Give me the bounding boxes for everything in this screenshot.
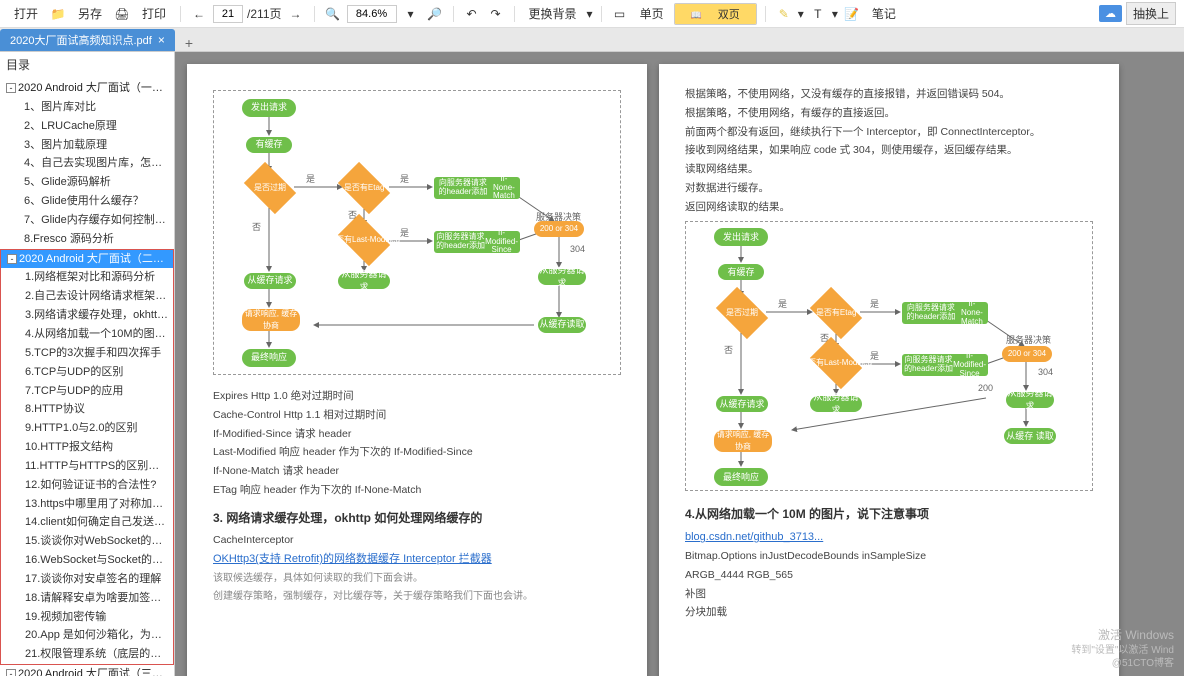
text-lm: Last-Modified 响应 header 作为下次的 If-Modifie… bbox=[213, 445, 621, 461]
toc-item-s2-6[interactable]: 7.TCP与UDP的应用 bbox=[1, 382, 173, 401]
toc-item-s2-4[interactable]: 5.TCP的3次握手和四次挥手 bbox=[1, 344, 173, 363]
toc-item-s2-7[interactable]: 8.HTTP协议 bbox=[1, 400, 173, 419]
flow-resp: 请求响应, 缓存协商 bbox=[242, 309, 300, 331]
toc-item-s2-10[interactable]: 11.HTTP与HTTPS的区别以及如何实现 bbox=[1, 457, 173, 476]
single-page-icon[interactable]: ▭ bbox=[610, 4, 630, 24]
flow-req-server: 从服务器请求 bbox=[338, 273, 390, 289]
toc-item-s2-15[interactable]: 16.WebSocket与Socket的区别 bbox=[1, 551, 173, 570]
highlight-icon[interactable]: ✎ bbox=[774, 4, 794, 24]
section-2-head[interactable]: -2020 Android 大厂面试（二）网络和安全 bbox=[1, 250, 173, 269]
text-etag: ETag 响应 header 作为下次的 If-None-Match bbox=[213, 483, 621, 499]
text-ci: CacheInterceptor bbox=[213, 533, 621, 549]
bg-menu-button[interactable]: 更换背景 bbox=[523, 3, 583, 24]
toc-item-s1-0[interactable]: 1、图片库对比 bbox=[0, 98, 174, 117]
sidebar-title: 目录 bbox=[0, 52, 174, 77]
outline-sidebar[interactable]: 目录 -2020 Android 大厂面试（一）图片 合集 1、图片库对比2、L… bbox=[0, 52, 175, 676]
toc-item-s2-14[interactable]: 15.谈谈你对WebSocket的理解 bbox=[1, 532, 173, 551]
toc-item-s1-4[interactable]: 5、Glide源码解析 bbox=[0, 173, 174, 192]
toc-item-s1-7[interactable]: 8.Fresco 源码分析 bbox=[0, 230, 174, 249]
text-inm: If-None-Match 请求 header bbox=[213, 464, 621, 480]
text-cache-control: Cache-Control Http 1.1 相对过期时间 bbox=[213, 408, 621, 424]
tab-title: 2020大厂面试高频知识点.pdf bbox=[10, 32, 152, 48]
section-1-head[interactable]: -2020 Android 大厂面试（一）图片 合集 bbox=[0, 79, 174, 98]
toc-item-s2-9[interactable]: 10.HTTP报文结构 bbox=[1, 438, 173, 457]
zoom-in-icon[interactable]: 🔎 bbox=[425, 4, 445, 24]
double-page-button[interactable]: 📖双页 bbox=[675, 4, 756, 24]
toc-item-s2-19[interactable]: 20.App 是如何沙箱化，为什么要这么 bbox=[1, 626, 173, 645]
page-right: 根据策略，不使用网络，又没有缓存的直接报错，并返回错误码 504。 根据策略，不… bbox=[659, 64, 1119, 676]
rotate-left-icon[interactable]: ↶ bbox=[462, 4, 482, 24]
note-2: 创建缓存策略，强制缓存，对比缓存等，关于缓存策略我们下面也会讲。 bbox=[213, 589, 621, 604]
document-tab[interactable]: 2020大厂面试高频知识点.pdf × bbox=[0, 29, 175, 51]
flow-end: 最终响应 bbox=[242, 349, 296, 367]
toc-item-s2-1[interactable]: 2.自己去设计网络请求框架，怎么做？ bbox=[1, 287, 173, 306]
toc-item-s2-8[interactable]: 9.HTTP1.0与2.0的区别 bbox=[1, 419, 173, 438]
page-next-icon[interactable]: → bbox=[286, 4, 306, 24]
toc-item-s2-20[interactable]: 21.权限管理系统（底层的权限是如何 bbox=[1, 645, 173, 664]
heading-3: 3. 网络请求缓存处理，okhttp 如何处理网络缓存的 bbox=[213, 509, 621, 527]
toc-item-s1-3[interactable]: 4、自己去实现图片库，怎么做？ bbox=[0, 154, 174, 173]
link-okhttp3[interactable]: OKHttp3(支持 Retrofit)的网络数据缓存 Interceptor … bbox=[213, 553, 492, 565]
link-csdn[interactable]: blog.csdn.net/github_3713... bbox=[685, 531, 823, 543]
view-mode-group: 📖双页 bbox=[674, 3, 757, 25]
toc-item-s1-6[interactable]: 7、Glide内存缓存如何控制大小？ bbox=[0, 211, 174, 230]
toc-item-s1-5[interactable]: 6、Glide使用什么缓存？ bbox=[0, 192, 174, 211]
page-left: 发出请求 有缓存 是否过期 是 否 是否有Etag 是 向服务器请求的heade… bbox=[187, 64, 647, 676]
page-prev-icon[interactable]: ← bbox=[189, 4, 209, 24]
toc-item-s2-16[interactable]: 17.谈谈你对安卓签名的理解 bbox=[1, 570, 173, 589]
save-as-button[interactable]: 另存 bbox=[72, 3, 108, 24]
toc-item-s1-1[interactable]: 2、LRUCache原理 bbox=[0, 117, 174, 136]
print-button[interactable]: 打印 bbox=[136, 3, 172, 24]
tab-close-icon[interactable]: × bbox=[158, 33, 165, 47]
zoom-out-icon[interactable]: 🔍 bbox=[323, 4, 343, 24]
swap-button[interactable]: 抽换上 bbox=[1126, 2, 1176, 25]
flow-box-inm: 向服务器请求的header添加If-None-Match bbox=[434, 177, 520, 199]
flow-code: 200 or 304 bbox=[534, 221, 584, 237]
flow-req-cache: 从缓存请求 bbox=[244, 273, 296, 289]
toc-item-s2-18[interactable]: 19.视频加密传输 bbox=[1, 608, 173, 627]
flowchart-2: 发出请求 有缓存 是否过期 是 否 是否有Etag 是 向服务器请求的heade… bbox=[685, 221, 1093, 491]
notes-button[interactable]: 笔记 bbox=[866, 3, 902, 24]
note-1: 该取候选缓存，具体如何读取的我们下面会讲。 bbox=[213, 571, 621, 586]
tab-bar: 2020大厂面试高频知识点.pdf × + bbox=[0, 28, 1184, 52]
text-tool-icon[interactable]: T bbox=[808, 4, 828, 24]
toc-item-s2-13[interactable]: 14.client如何确定自己发送的消息被s bbox=[1, 513, 173, 532]
flow-req-server2: 从服务器请求 bbox=[538, 269, 586, 285]
dropdown-icon[interactable]: ▾ bbox=[401, 4, 421, 24]
flowchart-1: 发出请求 有缓存 是否过期 是 否 是否有Etag 是 向服务器请求的heade… bbox=[213, 90, 621, 375]
toc-item-s2-0[interactable]: 1.网络框架对比和源码分析 bbox=[1, 268, 173, 287]
open-button[interactable]: 打开 bbox=[8, 3, 44, 24]
flow-resp2: 从缓存读取 bbox=[538, 317, 586, 333]
flow-start: 发出请求 bbox=[242, 99, 296, 117]
print-icon[interactable]: 🖨 bbox=[112, 4, 132, 24]
page-number-input[interactable] bbox=[213, 5, 243, 23]
toc-item-s2-2[interactable]: 3.网络请求缓存处理，okhttp如何处理 bbox=[1, 306, 173, 325]
single-page-button[interactable]: 单页 bbox=[634, 3, 670, 24]
heading-4: 4.从网络加载一个 10M 的图片，说下注意事项 bbox=[685, 505, 1093, 523]
tab-add-button[interactable]: + bbox=[177, 35, 201, 51]
folder-icon[interactable]: 📁 bbox=[48, 4, 68, 24]
toc-item-s1-2[interactable]: 3、图片加载原理 bbox=[0, 136, 174, 155]
toc-item-s2-3[interactable]: 4.从网络加载一个10M的图片，说下注 bbox=[1, 325, 173, 344]
section-3-head[interactable]: -2020 Android 大厂面试（三）数据库 合 bbox=[0, 665, 174, 676]
page-view[interactable]: 发出请求 有缓存 是否过期 是 否 是否有Etag 是 向服务器请求的heade… bbox=[175, 52, 1184, 676]
cloud-icon[interactable]: ☁ bbox=[1099, 5, 1122, 22]
text-expires: Expires Http 1.0 绝对过期时间 bbox=[213, 389, 621, 405]
flow-box-ims: 向服务器请求的header添加If-Modified-Since bbox=[434, 231, 520, 253]
main-toolbar: 打开 📁 另存 🖨 打印 ← /211页 → 🔍 ▾ 🔎 ↶ ↷ 更换背景 ▾ … bbox=[0, 0, 1184, 28]
text-ims: If-Modified-Since 请求 header bbox=[213, 427, 621, 443]
notes-icon[interactable]: 📝 bbox=[842, 4, 862, 24]
toc-item-s2-5[interactable]: 6.TCP与UDP的区别 bbox=[1, 363, 173, 382]
toc-item-s2-12[interactable]: 13.https中哪里用了对称加密，哪里用 bbox=[1, 495, 173, 514]
toc-item-s2-11[interactable]: 12.如何验证证书的合法性? bbox=[1, 476, 173, 495]
page-total-label: /211页 bbox=[247, 5, 281, 22]
toc-item-s2-17[interactable]: 18.请解释安卓为啥要加签名机制? bbox=[1, 589, 173, 608]
rotate-right-icon[interactable]: ↷ bbox=[486, 4, 506, 24]
zoom-input[interactable] bbox=[347, 5, 397, 23]
flow-cache: 有缓存 bbox=[246, 137, 292, 153]
watermark: 激活 Windows 转到"设置"以激活 Wind @51CTO博客 bbox=[1071, 628, 1174, 670]
